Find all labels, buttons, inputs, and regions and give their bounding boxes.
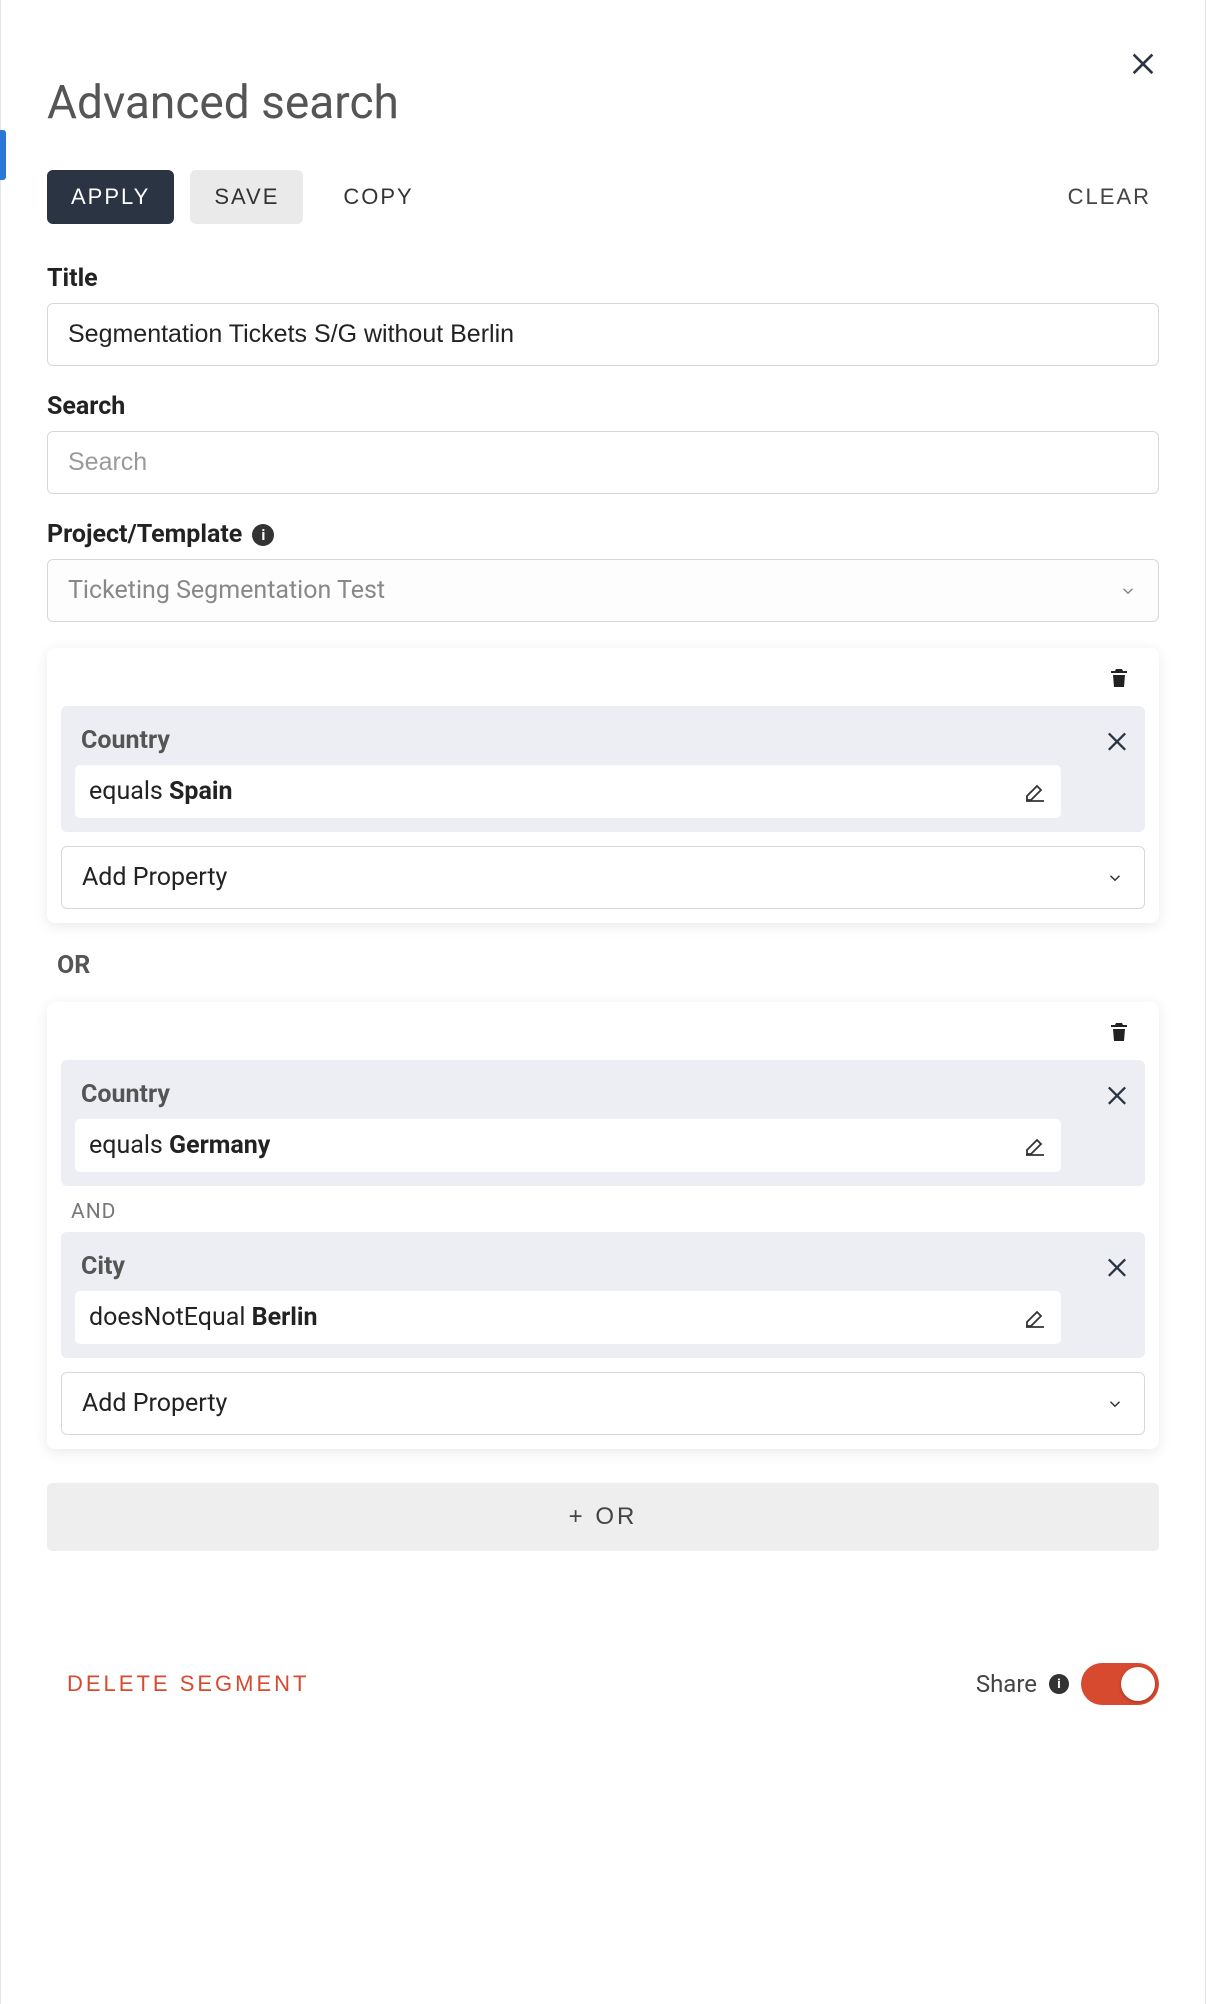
condition-row: City doesNotEqual Berlin (61, 1232, 1145, 1358)
share-label: Share (976, 1670, 1037, 1698)
toolbar: APPLY SAVE COPY CLEAR (47, 170, 1159, 224)
condition-property: City (75, 1246, 1131, 1291)
chevron-down-icon (1106, 869, 1124, 887)
search-input[interactable] (47, 431, 1159, 494)
and-connector: AND (71, 1200, 1145, 1224)
add-property-select[interactable]: Add Property (61, 846, 1145, 909)
add-property-select[interactable]: Add Property (61, 1372, 1145, 1435)
project-value: Ticketing Segmentation Test (47, 559, 1159, 622)
edit-icon[interactable] (1023, 780, 1047, 804)
add-or-button[interactable]: + OR (47, 1483, 1159, 1551)
remove-condition-icon[interactable] (1103, 1252, 1131, 1280)
delete-segment-button[interactable]: DELETE SEGMENT (47, 1661, 329, 1707)
left-accent-strip (0, 130, 6, 180)
project-label: Project/Template (47, 520, 242, 549)
condition-group: Country equals Germany AND City doesNotE… (47, 1002, 1159, 1449)
condition-expression: equals Spain (89, 777, 233, 806)
copy-button[interactable]: COPY (319, 170, 437, 224)
apply-button[interactable]: APPLY (47, 170, 174, 224)
chevron-down-icon (1106, 1395, 1124, 1413)
info-icon[interactable]: i (252, 524, 274, 546)
save-button[interactable]: SAVE (190, 170, 303, 224)
condition-row: Country equals Germany (61, 1060, 1145, 1186)
title-input[interactable] (47, 303, 1159, 366)
project-select[interactable]: Ticketing Segmentation Test (47, 559, 1159, 622)
or-connector: OR (57, 951, 1159, 980)
title-label: Title (47, 264, 1159, 293)
share-toggle[interactable] (1081, 1663, 1159, 1705)
condition-property: Country (75, 1074, 1131, 1119)
trash-icon[interactable] (1107, 1020, 1131, 1044)
add-property-label: Add Property (82, 1389, 227, 1418)
edit-icon[interactable] (1023, 1306, 1047, 1330)
trash-icon[interactable] (1107, 666, 1131, 690)
edit-icon[interactable] (1023, 1134, 1047, 1158)
search-label: Search (47, 392, 1159, 421)
condition-expression: doesNotEqual Berlin (89, 1303, 318, 1332)
condition-expression: equals Germany (89, 1131, 270, 1160)
condition-property: Country (75, 720, 1131, 765)
toggle-knob (1121, 1667, 1155, 1701)
condition-group: Country equals Spain Add Property (47, 648, 1159, 923)
condition-row: Country equals Spain (61, 706, 1145, 832)
info-icon[interactable]: i (1049, 1674, 1069, 1694)
remove-condition-icon[interactable] (1103, 1080, 1131, 1108)
close-icon[interactable] (1127, 46, 1159, 78)
add-property-label: Add Property (82, 863, 227, 892)
clear-button[interactable]: CLEAR (1060, 170, 1159, 224)
page-title: Advanced search (47, 76, 1159, 130)
remove-condition-icon[interactable] (1103, 726, 1131, 754)
